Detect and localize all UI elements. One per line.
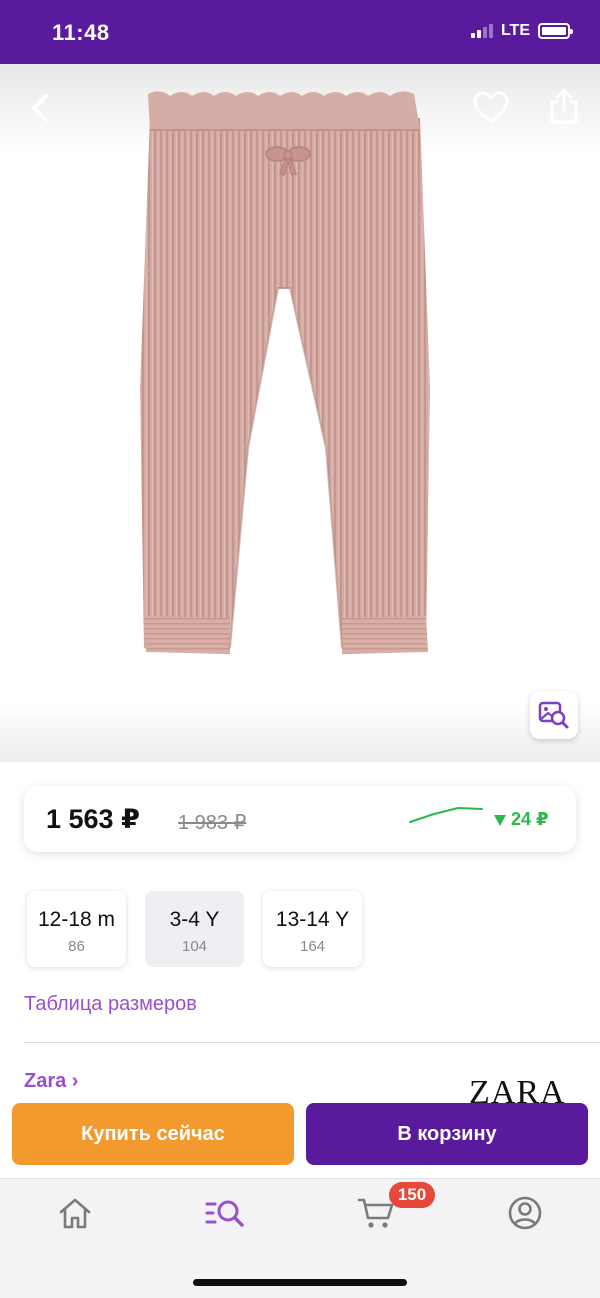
image-search-icon — [538, 701, 569, 729]
brand-link[interactable]: Zara › — [24, 1070, 78, 1093]
home-icon — [59, 1198, 91, 1229]
tab-catalog[interactable] — [205, 1193, 245, 1233]
signal-icon — [470, 24, 493, 38]
product-gallery[interactable] — [0, 64, 600, 762]
divider — [24, 1042, 600, 1043]
buy-now-button[interactable]: Купить сейчас — [12, 1103, 294, 1165]
chevron-left-icon — [32, 94, 48, 122]
current-price: 1 563 ₽ — [46, 804, 140, 834]
status-indicators: LTE — [470, 22, 573, 40]
size-option[interactable]: 12-18 m 86 — [27, 891, 126, 967]
back-button[interactable] — [22, 88, 58, 128]
price-trend-sparkline — [409, 807, 483, 823]
size-label: 13-14 Y — [275, 908, 350, 931]
heart-icon — [473, 91, 509, 124]
profile-icon — [508, 1196, 542, 1230]
network-label: LTE — [500, 22, 530, 39]
size-height: 164 — [299, 938, 326, 955]
size-label: 3-4 Y — [169, 908, 220, 931]
cart-icon — [357, 1198, 394, 1228]
tab-home[interactable] — [55, 1193, 95, 1233]
price-change-value: 24 ₽ — [511, 809, 549, 829]
status-time: 11:48 — [52, 20, 110, 45]
down-arrow-icon — [494, 814, 506, 826]
size-table-link[interactable]: Таблица размеров — [24, 993, 197, 1016]
price-card[interactable]: 1 563 ₽ 1 983 ₽ 24 ₽ — [24, 786, 576, 852]
size-height: 86 — [68, 938, 85, 955]
size-height: 104 — [181, 938, 208, 955]
battery-icon — [538, 23, 573, 39]
add-to-cart-button[interactable]: В корзину — [306, 1103, 588, 1165]
share-icon — [550, 88, 578, 124]
search-catalog-icon — [205, 1200, 244, 1227]
visual-search-button[interactable] — [530, 691, 578, 739]
status-bar: 11:48 LTE — [0, 0, 600, 64]
home-indicator[interactable] — [193, 1279, 407, 1286]
size-label: 12-18 m — [37, 908, 116, 931]
product-image — [140, 91, 430, 654]
size-option-selected[interactable]: 3-4 Y 104 — [145, 891, 244, 967]
size-selector: 12-18 m 86 3-4 Y 104 13-14 Y 164 — [27, 891, 362, 967]
tab-profile[interactable] — [505, 1193, 545, 1233]
share-button[interactable] — [546, 86, 582, 126]
old-price: 1 983 ₽ — [178, 812, 247, 834]
size-option[interactable]: 13-14 Y 164 — [263, 891, 362, 967]
price-change: 24 ₽ — [494, 809, 549, 830]
favorite-button[interactable] — [472, 90, 510, 126]
cart-count-badge: 150 — [389, 1182, 435, 1208]
